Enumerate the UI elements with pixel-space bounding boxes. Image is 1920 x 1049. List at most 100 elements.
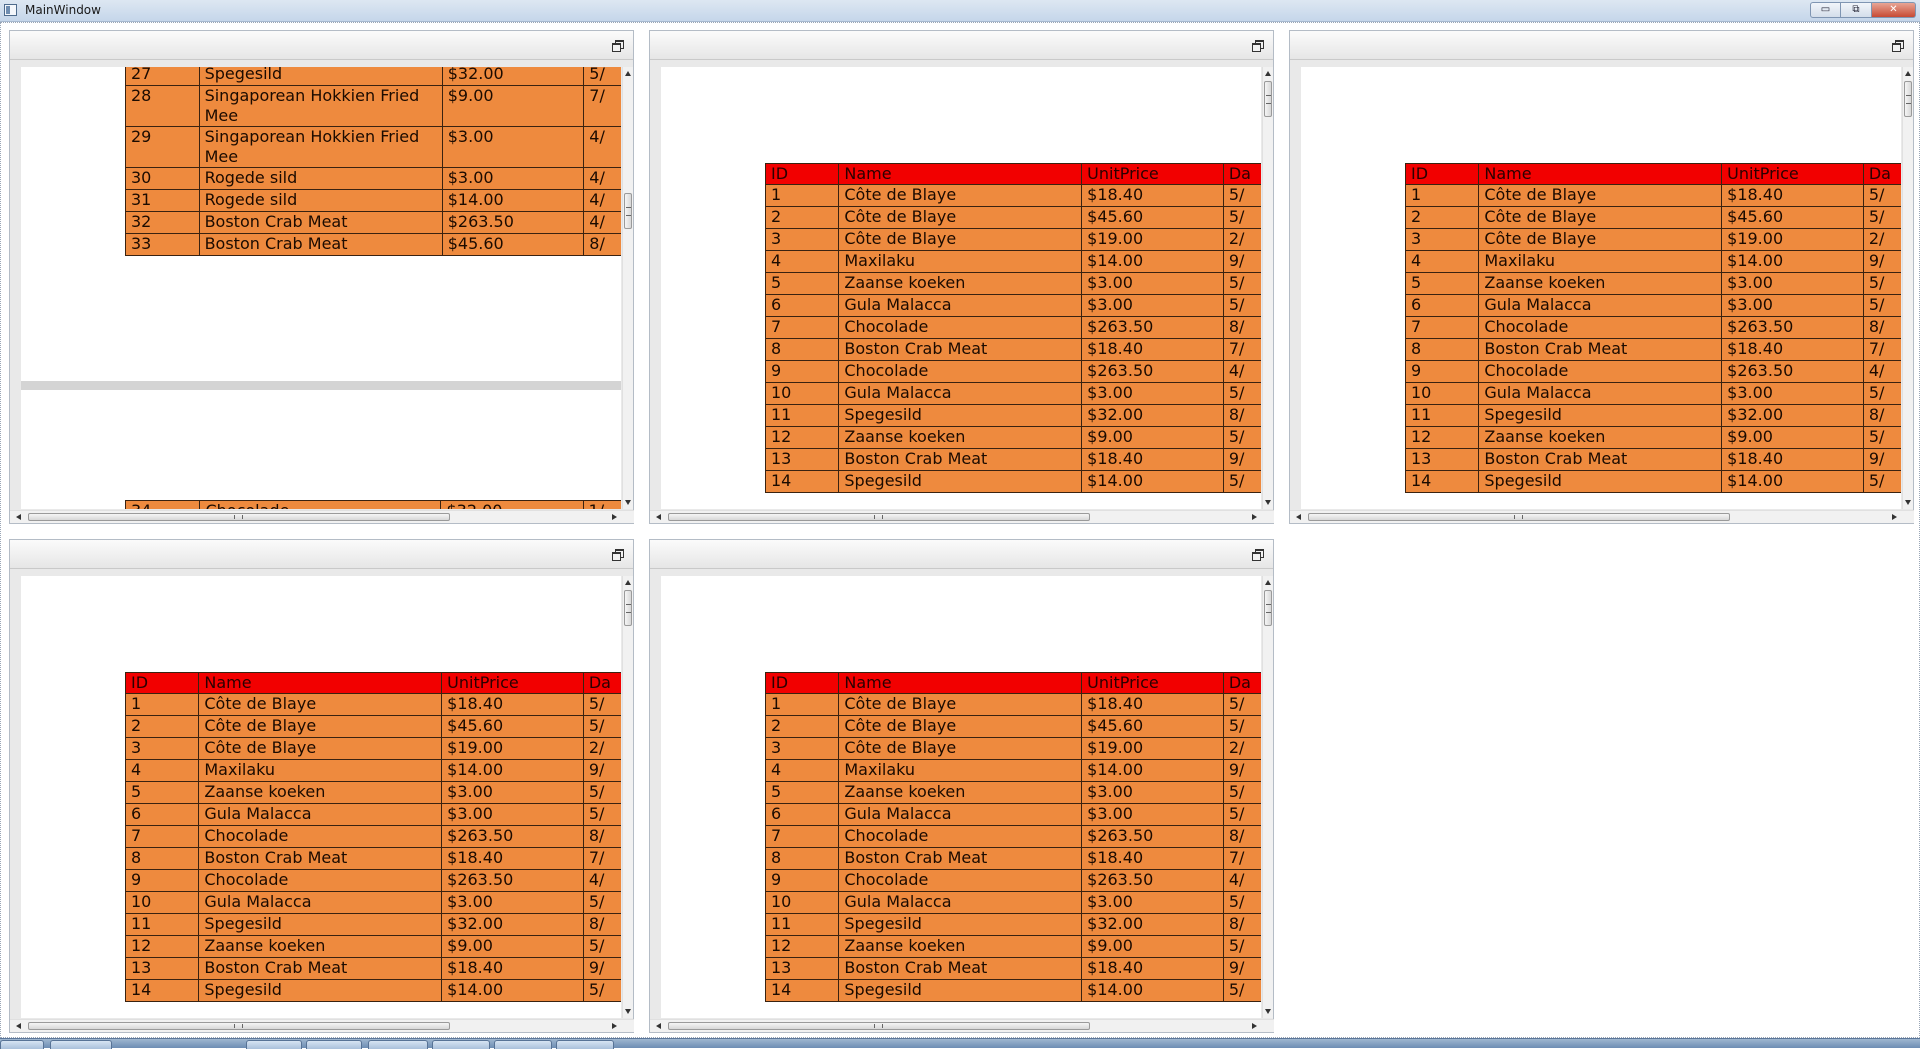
restore-window-icon[interactable] (1252, 549, 1264, 561)
restore-window-icon[interactable] (1252, 40, 1264, 52)
horizontal-scrollbar[interactable] (10, 510, 634, 523)
column-header-name[interactable]: Name (1478, 163, 1723, 185)
table-row[interactable]: 33 Boston Crab Meat $45.60 8/ (125, 233, 621, 256)
horizontal-scroll-thumb[interactable] (28, 513, 450, 521)
table-row[interactable]: 5 Zaanse koeken $3.00 5/ (764, 272, 1261, 295)
table-row[interactable]: 11 Spegesild $32.00 8/ (124, 913, 621, 936)
table-row[interactable]: 12 Zaanse koeken $9.00 5/ (1404, 426, 1901, 449)
scroll-left-arrow-icon[interactable] (16, 1023, 21, 1029)
table-row[interactable]: 4 Maxilaku $14.00 9/ (124, 759, 621, 782)
table-row[interactable]: 1 Côte de Blaye $18.40 5/ (1404, 184, 1901, 207)
table-row[interactable]: 14 Spegesild $14.00 5/ (764, 470, 1261, 493)
table-row[interactable]: 11 Spegesild $32.00 8/ (1404, 404, 1901, 427)
scroll-down-arrow-icon[interactable] (1905, 500, 1911, 505)
restore-window-icon[interactable] (1892, 40, 1904, 52)
table-row[interactable]: 13 Boston Crab Meat $18.40 9/ (764, 957, 1261, 980)
table-row[interactable]: 29 Singaporean Hokkien Fried Mee $3.00 4/ (125, 126, 621, 168)
scroll-left-arrow-icon[interactable] (16, 514, 21, 520)
scroll-left-arrow-icon[interactable] (1296, 514, 1301, 520)
table-row[interactable]: 12 Zaanse koeken $9.00 5/ (124, 935, 621, 958)
minimize-button[interactable]: ▭ (1810, 2, 1841, 18)
vertical-scrollbar[interactable] (1262, 576, 1273, 1018)
scroll-right-arrow-icon[interactable] (612, 1023, 617, 1029)
table-row[interactable]: 28 Singaporean Hokkien Fried Mee $9.00 7/ (125, 85, 621, 127)
vertical-scrollbar[interactable] (1902, 67, 1913, 509)
table-row[interactable]: 9 Chocolade $263.50 4/ (764, 360, 1261, 383)
scroll-up-arrow-icon[interactable] (1265, 580, 1271, 585)
table-row[interactable]: 11 Spegesild $32.00 8/ (764, 913, 1261, 936)
table-row[interactable]: 2 Côte de Blaye $45.60 5/ (764, 206, 1261, 229)
horizontal-scroll-thumb[interactable] (668, 513, 1090, 521)
table-row[interactable]: 3 Côte de Blaye $19.00 2/ (124, 737, 621, 760)
close-button[interactable]: ✕ (1872, 2, 1916, 18)
scroll-left-arrow-icon[interactable] (656, 514, 661, 520)
horizontal-scrollbar[interactable] (650, 1019, 1274, 1032)
restore-window-icon[interactable] (612, 40, 624, 52)
table-row[interactable]: 10 Gula Malacca $3.00 5/ (764, 382, 1261, 405)
horizontal-scroll-thumb[interactable] (1308, 513, 1730, 521)
horizontal-scroll-thumb[interactable] (28, 1022, 450, 1030)
table-row[interactable]: 1 Côte de Blaye $18.40 5/ (764, 184, 1261, 207)
table-row[interactable]: 2 Côte de Blaye $45.60 5/ (764, 715, 1261, 738)
grid-viewport[interactable]: 27 Spegesild $32.00 5/28 Singaporean Hokkien… (21, 67, 621, 509)
vertical-scrollbar[interactable] (1262, 67, 1273, 509)
scroll-right-arrow-icon[interactable] (1252, 514, 1257, 520)
maximize-restore-button[interactable]: ⧉ (1841, 2, 1872, 18)
vertical-scroll-thumb[interactable] (624, 590, 632, 626)
horizontal-scrollbar[interactable] (650, 510, 1274, 523)
horizontal-scrollbar[interactable] (1290, 510, 1914, 523)
table-row[interactable]: 9 Chocolade $263.50 4/ (764, 869, 1261, 892)
table-row[interactable]: 8 Boston Crab Meat $18.40 7/ (764, 847, 1261, 870)
table-row[interactable]: 30 Rogede sild $3.00 4/ (125, 167, 621, 190)
scroll-down-arrow-icon[interactable] (625, 500, 631, 505)
table-row[interactable]: 31 Rogede sild $14.00 4/ (125, 189, 621, 212)
column-header-name[interactable]: Name (838, 163, 1083, 185)
column-header-id[interactable]: ID (1404, 163, 1480, 185)
grid-viewport[interactable]: ID Name UnitPrice Da 1 Côte de Blaye $18.40 5/2… (661, 67, 1261, 509)
scroll-right-arrow-icon[interactable] (612, 514, 617, 520)
vertical-scrollbar[interactable] (622, 576, 633, 1018)
column-header-date[interactable]: Da (1862, 163, 1901, 185)
table-row[interactable]: 12 Zaanse koeken $9.00 5/ (764, 935, 1261, 958)
column-header-id[interactable]: ID (764, 672, 840, 694)
table-row[interactable]: 2 Côte de Blaye $45.60 5/ (124, 715, 621, 738)
vertical-scrollbar[interactable] (622, 67, 633, 509)
table-row[interactable]: 34Chocolade$32.001/ (124, 500, 621, 509)
table-row[interactable]: 9 Chocolade $263.50 4/ (1404, 360, 1901, 383)
table-row[interactable]: 3 Côte de Blaye $19.00 2/ (1404, 228, 1901, 251)
column-header-price[interactable]: UnitPrice (1081, 163, 1224, 185)
scroll-left-arrow-icon[interactable] (656, 1023, 661, 1029)
table-row[interactable]: 7 Chocolade $263.50 8/ (764, 316, 1261, 339)
column-header-name[interactable]: Name (198, 672, 443, 694)
scroll-up-arrow-icon[interactable] (1265, 71, 1271, 76)
table-row[interactable]: 10 Gula Malacca $3.00 5/ (764, 891, 1261, 914)
column-header-date[interactable]: Da (1222, 672, 1261, 694)
table-row[interactable]: 6 Gula Malacca $3.00 5/ (764, 803, 1261, 826)
table-row[interactable]: 7 Chocolade $263.50 8/ (764, 825, 1261, 848)
scroll-down-arrow-icon[interactable] (1265, 500, 1271, 505)
scroll-up-arrow-icon[interactable] (1905, 71, 1911, 76)
table-row[interactable]: 6 Gula Malacca $3.00 5/ (1404, 294, 1901, 317)
table-row[interactable]: 10 Gula Malacca $3.00 5/ (1404, 382, 1901, 405)
table-row[interactable]: 7 Chocolade $263.50 8/ (124, 825, 621, 848)
table-row[interactable]: 14 Spegesild $14.00 5/ (764, 979, 1261, 1002)
table-row[interactable]: 2 Côte de Blaye $45.60 5/ (1404, 206, 1901, 229)
grid-viewport[interactable]: ID Name UnitPrice Da 1 Côte de Blaye $18.40 5/2… (661, 576, 1261, 1018)
horizontal-scrollbar[interactable] (10, 1019, 634, 1032)
table-row[interactable]: 6 Gula Malacca $3.00 5/ (764, 294, 1261, 317)
table-row[interactable]: 13 Boston Crab Meat $18.40 9/ (764, 448, 1261, 471)
table-row[interactable]: 14 Spegesild $14.00 5/ (1404, 470, 1901, 493)
column-header-id[interactable]: ID (764, 163, 840, 185)
column-header-date[interactable]: Da (1222, 163, 1261, 185)
table-row[interactable]: 4 Maxilaku $14.00 9/ (764, 759, 1261, 782)
table-row[interactable]: 5 Zaanse koeken $3.00 5/ (1404, 272, 1901, 295)
grid-viewport[interactable]: ID Name UnitPrice Da 1 Côte de Blaye $18.40 5/2… (21, 576, 621, 1018)
scroll-down-arrow-icon[interactable] (1265, 1009, 1271, 1014)
vertical-scroll-thumb[interactable] (624, 193, 632, 229)
column-header-price[interactable]: UnitPrice (441, 672, 584, 694)
table-row[interactable]: 5 Zaanse koeken $3.00 5/ (764, 781, 1261, 804)
table-row[interactable]: 27 Spegesild $32.00 5/ (125, 67, 621, 86)
table-row[interactable]: 13 Boston Crab Meat $18.40 9/ (124, 957, 621, 980)
table-row[interactable]: 5 Zaanse koeken $3.00 5/ (124, 781, 621, 804)
table-row[interactable]: 13 Boston Crab Meat $18.40 9/ (1404, 448, 1901, 471)
